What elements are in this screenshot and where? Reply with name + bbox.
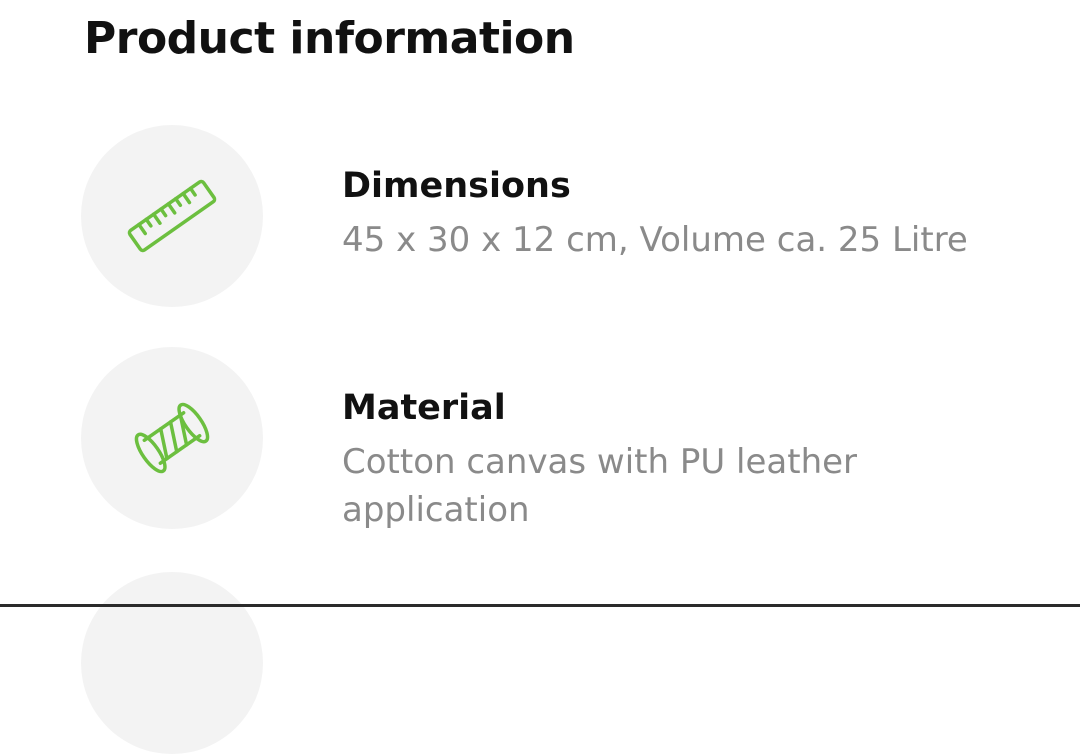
- ruler-icon-container: [81, 125, 263, 307]
- item-text-dimensions: 45 x 30 x 12 cm, Volume ca. 25 Litre: [342, 220, 968, 260]
- product-info-list: Dimensions 45 x 30 x 12 cm, Volume ca. 2…: [0, 0, 1080, 754]
- ruler-icon: [127, 179, 217, 253]
- item-title-material: Material: [342, 388, 506, 428]
- thread-spool-icon: [134, 402, 210, 474]
- thread-spool-icon-container: [81, 347, 263, 529]
- partial-icon-container: [81, 572, 263, 754]
- item-text-material: Cotton canvas with PU leather applicatio…: [342, 442, 858, 530]
- item-title-dimensions: Dimensions: [342, 166, 571, 206]
